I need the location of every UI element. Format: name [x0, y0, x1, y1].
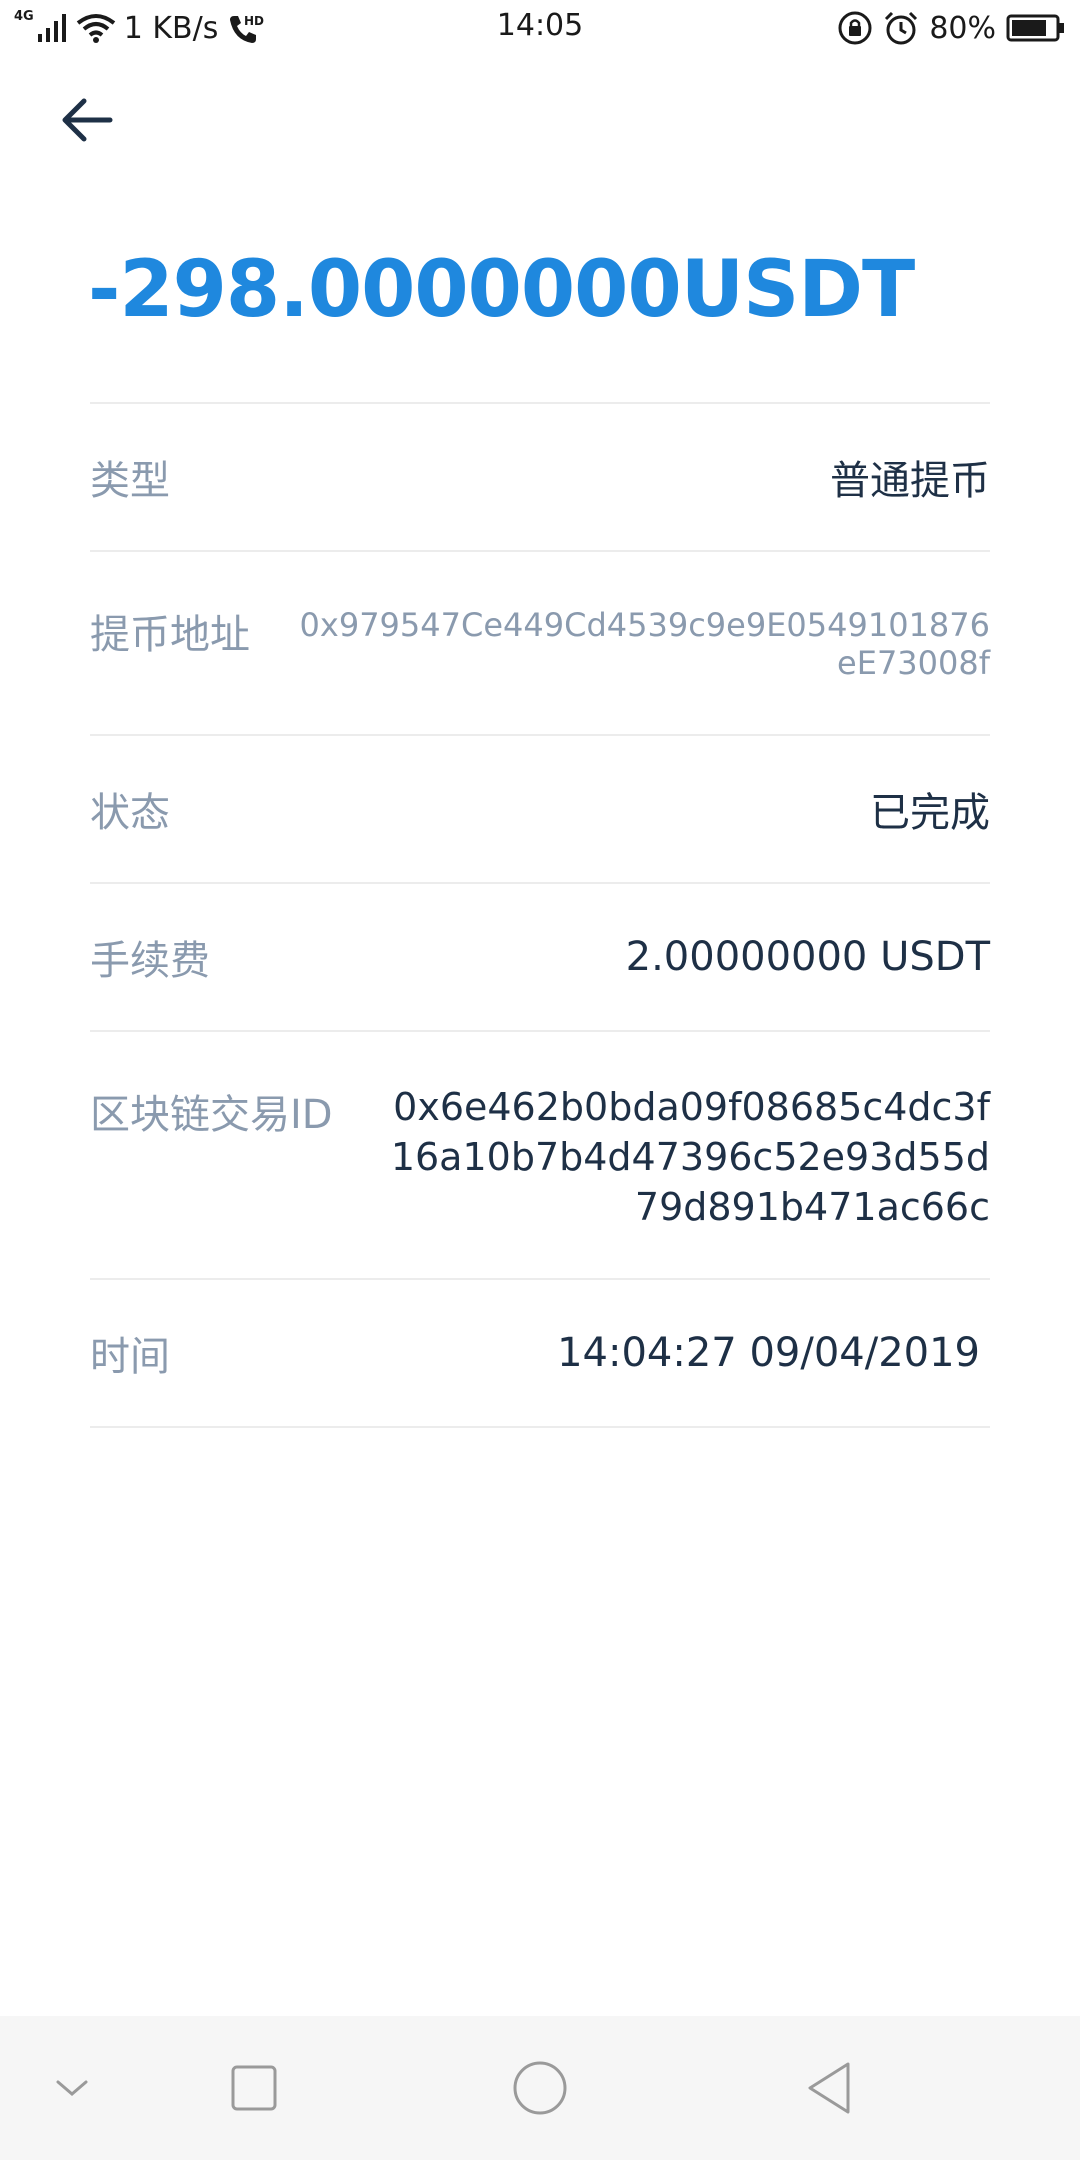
home-button[interactable]: [498, 2046, 582, 2130]
rotation-lock-icon: [837, 10, 873, 46]
alarm-icon: [883, 10, 919, 46]
navigation-bar: [0, 2016, 1080, 2160]
type-value: 普通提币: [830, 458, 990, 504]
detail-row-time: 时间 14:04:27 09/04/2019: [90, 1280, 990, 1426]
address-value[interactable]: 0x979547Ce449Cd4539c9e9E0549101876eE7300…: [290, 606, 990, 682]
hide-nav-button[interactable]: [30, 2046, 114, 2130]
battery-icon: [1006, 13, 1066, 43]
back-triangle-icon: [808, 2062, 850, 2114]
battery-percent: 80%: [929, 10, 996, 46]
home-circle-icon: [513, 2061, 567, 2115]
recents-button[interactable]: [212, 2046, 296, 2130]
transaction-detail-screen: 4G 1 KB/s HD 14:05 80% -298.0000000USDT …: [0, 0, 1080, 2160]
transaction-details: 类型 普通提币 提币地址 0x979547Ce449Cd4539c9e9E054…: [90, 402, 990, 1428]
chevron-down-icon: [56, 2080, 88, 2096]
detail-row-status: 状态 已完成: [90, 736, 990, 882]
detail-row-address: 提币地址 0x979547Ce449Cd4539c9e9E0549101876e…: [90, 552, 990, 734]
fee-value: 2.00000000 USDT: [625, 934, 990, 980]
txid-label: 区块链交易ID: [90, 1092, 333, 1138]
txid-value[interactable]: 0x6e462b0bda09f08685c4dc3f16a10b7b4d4739…: [370, 1082, 990, 1232]
status-bar: 4G 1 KB/s HD 14:05 80%: [0, 0, 1080, 56]
recents-square-icon: [231, 2065, 277, 2111]
divider: [90, 1426, 990, 1428]
arrow-left-icon: [62, 98, 113, 142]
detail-row-fee: 手续费 2.00000000 USDT: [90, 884, 990, 1030]
type-label: 类型: [90, 458, 170, 504]
detail-row-txid: 区块链交易ID 0x6e462b0bda09f08685c4dc3f16a10b…: [90, 1032, 990, 1278]
address-label: 提币地址: [90, 612, 250, 658]
system-back-button[interactable]: [788, 2046, 872, 2130]
fee-label: 手续费: [90, 938, 210, 984]
back-button[interactable]: [52, 90, 122, 150]
time-label: 时间: [90, 1334, 170, 1380]
status-value: 已完成: [870, 790, 990, 836]
transaction-amount: -298.0000000USDT: [88, 245, 915, 335]
status-right: 80%: [837, 6, 1066, 50]
detail-row-type: 类型 普通提币: [90, 404, 990, 550]
status-label: 状态: [90, 790, 170, 836]
time-value: 14:04:27 09/04/2019: [557, 1330, 980, 1376]
